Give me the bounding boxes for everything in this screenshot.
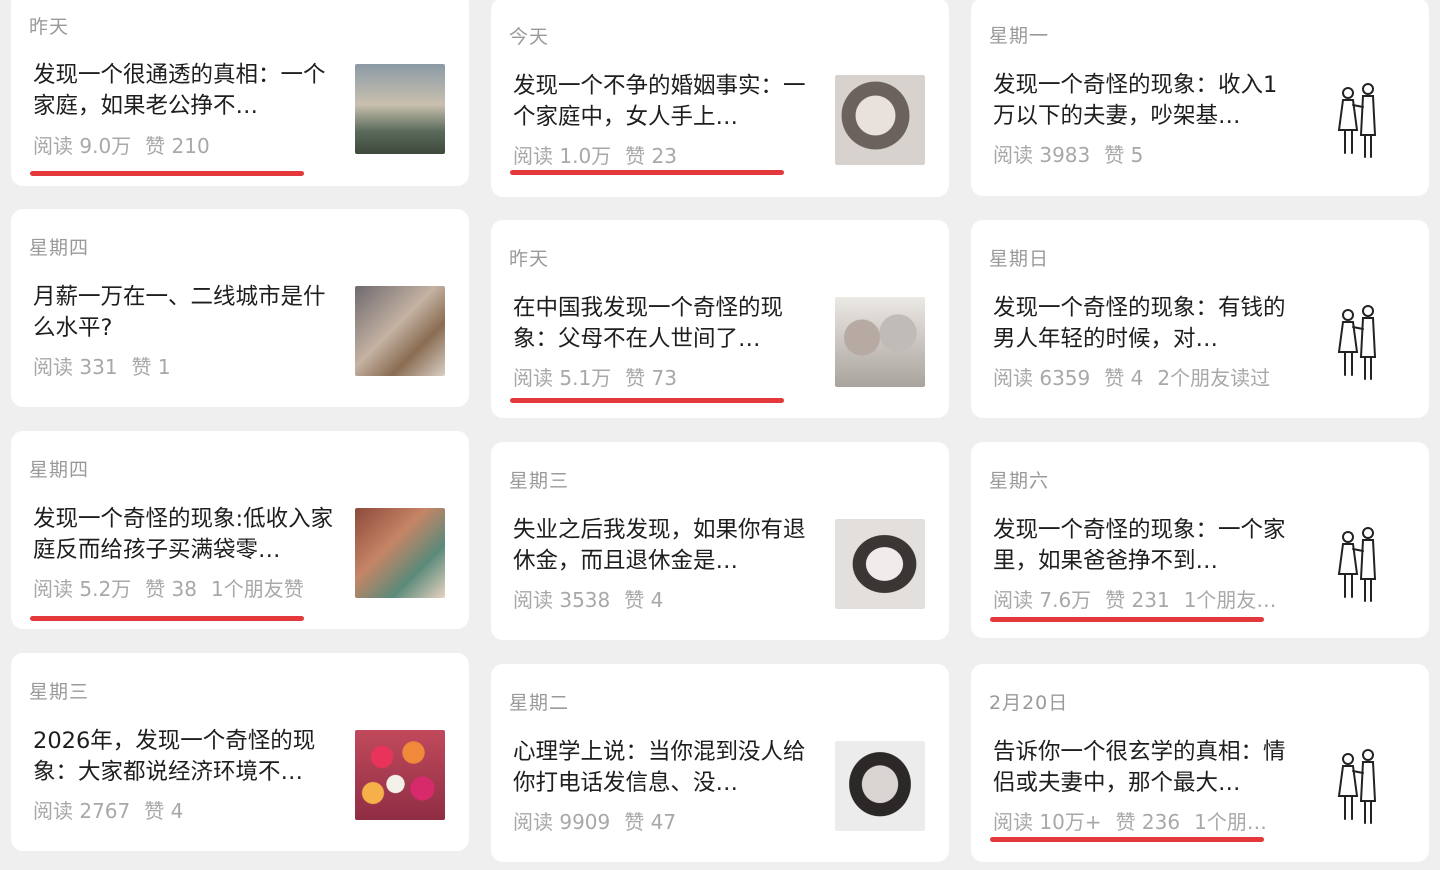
article-title: 失业之后我发现，如果你有退休金，而且退休金是… [513,517,806,574]
like-count: 赞 4 [624,588,664,612]
highlight-underline [510,170,784,175]
article-title: 发现一个奇怪的现象:低收入家庭反而给孩子买满袋零… [33,506,334,563]
article-stats: 阅读 7.6万赞 231 1个朋友… [993,584,1298,613]
read-count: 阅读 6359 [993,366,1091,390]
article-card[interactable]: 星期四 发现一个奇怪的现象:低收入家庭反而给孩子买满袋零… 阅读 5.2万赞 3… [11,431,469,629]
couple-sketch-icon [1337,305,1377,380]
line-art-couple-icon[interactable] [1315,519,1405,609]
article-thumbnail[interactable] [355,508,445,598]
article-title: 2026年，发现一个奇怪的现象：大家都说经济环境不… [33,728,316,785]
article-title: 月薪一万在一、二线城市是什么水平? [33,284,326,341]
article-title: 告诉你一个很玄学的真相：情侣或夫妻中，那个最大… [993,739,1286,796]
article-date: 星期一 [989,25,1050,47]
article-thumbnail[interactable] [835,519,925,609]
article-thumbnail[interactable] [835,741,925,831]
like-count: 赞 4 [144,799,184,823]
couple-sketch-icon [1337,527,1377,602]
article-date: 星期四 [29,459,90,481]
read-count: 阅读 3538 [513,588,611,612]
article-date: 昨天 [509,248,550,270]
article-stats: 阅读 3983 赞 5 [993,139,1298,168]
article-title: 心理学上说：当你混到没人给你打电话发信息、没… [513,739,806,796]
article-thumbnail[interactable] [835,297,925,387]
article-date: 星期三 [29,681,90,703]
like-count: 赞 38 [145,577,197,601]
article-card[interactable]: 星期二 心理学上说：当你混到没人给你打电话发信息、没… 阅读 9909 赞 47 [491,664,949,862]
article-card[interactable]: 星期六 发现一个奇怪的现象：一个家里，如果爸爸挣不到… 阅读 7.6万赞 231… [971,442,1429,638]
article-date: 星期三 [509,470,570,492]
article-thumbnail[interactable] [355,64,445,154]
like-count: 赞 231 [1105,588,1170,612]
like-count: 赞 73 [625,366,677,390]
article-stats: 阅读 5.2万赞 38 1个朋友赞 [33,573,338,602]
article-date: 星期六 [989,470,1050,492]
article-date: 昨天 [29,16,70,38]
friend-activity: 1个朋友… [1183,588,1277,612]
article-date: 星期日 [989,248,1050,270]
article-card[interactable]: 星期四 月薪一万在一、二线城市是什么水平? 阅读 331 赞 1 [11,209,469,407]
article-title: 发现一个奇怪的现象：有钱的男人年轻的时候，对… [993,295,1286,352]
like-count: 赞 47 [624,810,677,834]
article-thumbnail[interactable] [355,730,445,820]
article-title: 发现一个不争的婚姻事实：一个家庭中，女人手上… [513,73,806,130]
line-art-couple-icon[interactable] [1315,741,1405,831]
article-card[interactable]: 星期日 发现一个奇怪的现象：有钱的男人年轻的时候，对… 阅读 6359 赞 4 2个… [971,220,1429,418]
read-count: 阅读 7.6万 [993,588,1092,612]
article-date: 2月20日 [989,692,1069,714]
friend-activity: 2个朋友读过 [1157,366,1271,390]
article-card[interactable]: 星期三 失业之后我发现，如果你有退休金，而且退休金是… 阅读 3538 赞 4 [491,442,949,640]
highlight-underline [510,398,784,403]
article-stats: 阅读 6359 赞 4 2个朋友读过 [993,362,1298,391]
article-stats: 阅读 5.1万赞 73 [513,362,818,391]
article-title: 发现一个奇怪的现象：一个家里，如果爸爸挣不到… [993,517,1286,574]
article-date: 星期四 [29,237,90,259]
article-stats: 阅读 10万+ 赞 236 1个朋… [993,806,1298,835]
article-date: 今天 [509,26,550,48]
article-card[interactable]: 今天 发现一个不争的婚姻事实：一个家庭中，女人手上… 阅读 1.0万赞 23 [491,0,949,197]
line-art-couple-icon[interactable] [1315,297,1405,387]
like-count: 赞 5 [1104,143,1144,167]
article-card[interactable]: 2月20日 告诉你一个很玄学的真相：情侣或夫妻中，那个最大… 阅读 10万+ 赞 … [971,664,1429,862]
couple-sketch-icon [1337,83,1377,158]
like-count: 赞 1 [131,355,171,379]
read-count: 阅读 2767 [33,799,131,823]
like-count: 赞 4 [1104,366,1144,390]
article-stats: 阅读 2767 赞 4 [33,795,338,824]
read-count: 阅读 5.1万 [513,366,612,390]
read-count: 阅读 9.0万 [33,134,132,158]
article-card[interactable]: 昨天 在中国我发现一个奇怪的现象：父母不在人世间了… 阅读 5.1万赞 73 [491,220,949,418]
highlight-underline [990,837,1264,842]
highlight-underline [30,171,304,176]
friend-activity: 1个朋… [1194,810,1267,834]
friend-activity: 1个朋友赞 [210,577,304,601]
read-count: 阅读 9909 [513,810,611,834]
like-count: 赞 23 [625,144,677,168]
read-count: 阅读 5.2万 [33,577,132,601]
article-card[interactable]: 星期三 2026年，发现一个奇怪的现象：大家都说经济环境不… 阅读 2767 赞 … [11,653,469,851]
read-count: 阅读 1.0万 [513,144,612,168]
article-stats: 阅读 9.0万赞 210 [33,130,338,159]
article-thumbnail[interactable] [355,286,445,376]
article-stats: 阅读 1.0万赞 23 [513,140,818,169]
like-count: 赞 210 [145,134,210,158]
read-count: 阅读 331 [33,355,118,379]
article-stats: 阅读 331 赞 1 [33,351,338,380]
couple-sketch-icon [1337,749,1377,824]
article-card[interactable]: 昨天 发现一个很通透的真相：一个家庭，如果老公挣不… 阅读 9.0万赞 210 [11,0,469,186]
like-count: 赞 236 [1115,810,1181,834]
article-thumbnail[interactable] [835,75,925,165]
article-card[interactable]: 星期一 发现一个奇怪的现象：收入1万以下的夫妻，吵架基… 阅读 3983 赞 5 [971,0,1429,196]
read-count: 阅读 10万+ [993,810,1102,834]
highlight-underline [30,616,304,621]
article-title: 发现一个奇怪的现象：收入1万以下的夫妻，吵架基… [993,72,1278,129]
read-count: 阅读 3983 [993,143,1091,167]
line-art-couple-icon[interactable] [1315,75,1405,165]
article-stats: 阅读 9909 赞 47 [513,806,818,835]
article-date: 星期二 [509,692,570,714]
article-stats: 阅读 3538 赞 4 [513,584,818,613]
article-title: 发现一个很通透的真相：一个家庭，如果老公挣不… [33,62,326,119]
highlight-underline [990,617,1264,622]
article-title: 在中国我发现一个奇怪的现象：父母不在人世间了… [513,295,784,352]
